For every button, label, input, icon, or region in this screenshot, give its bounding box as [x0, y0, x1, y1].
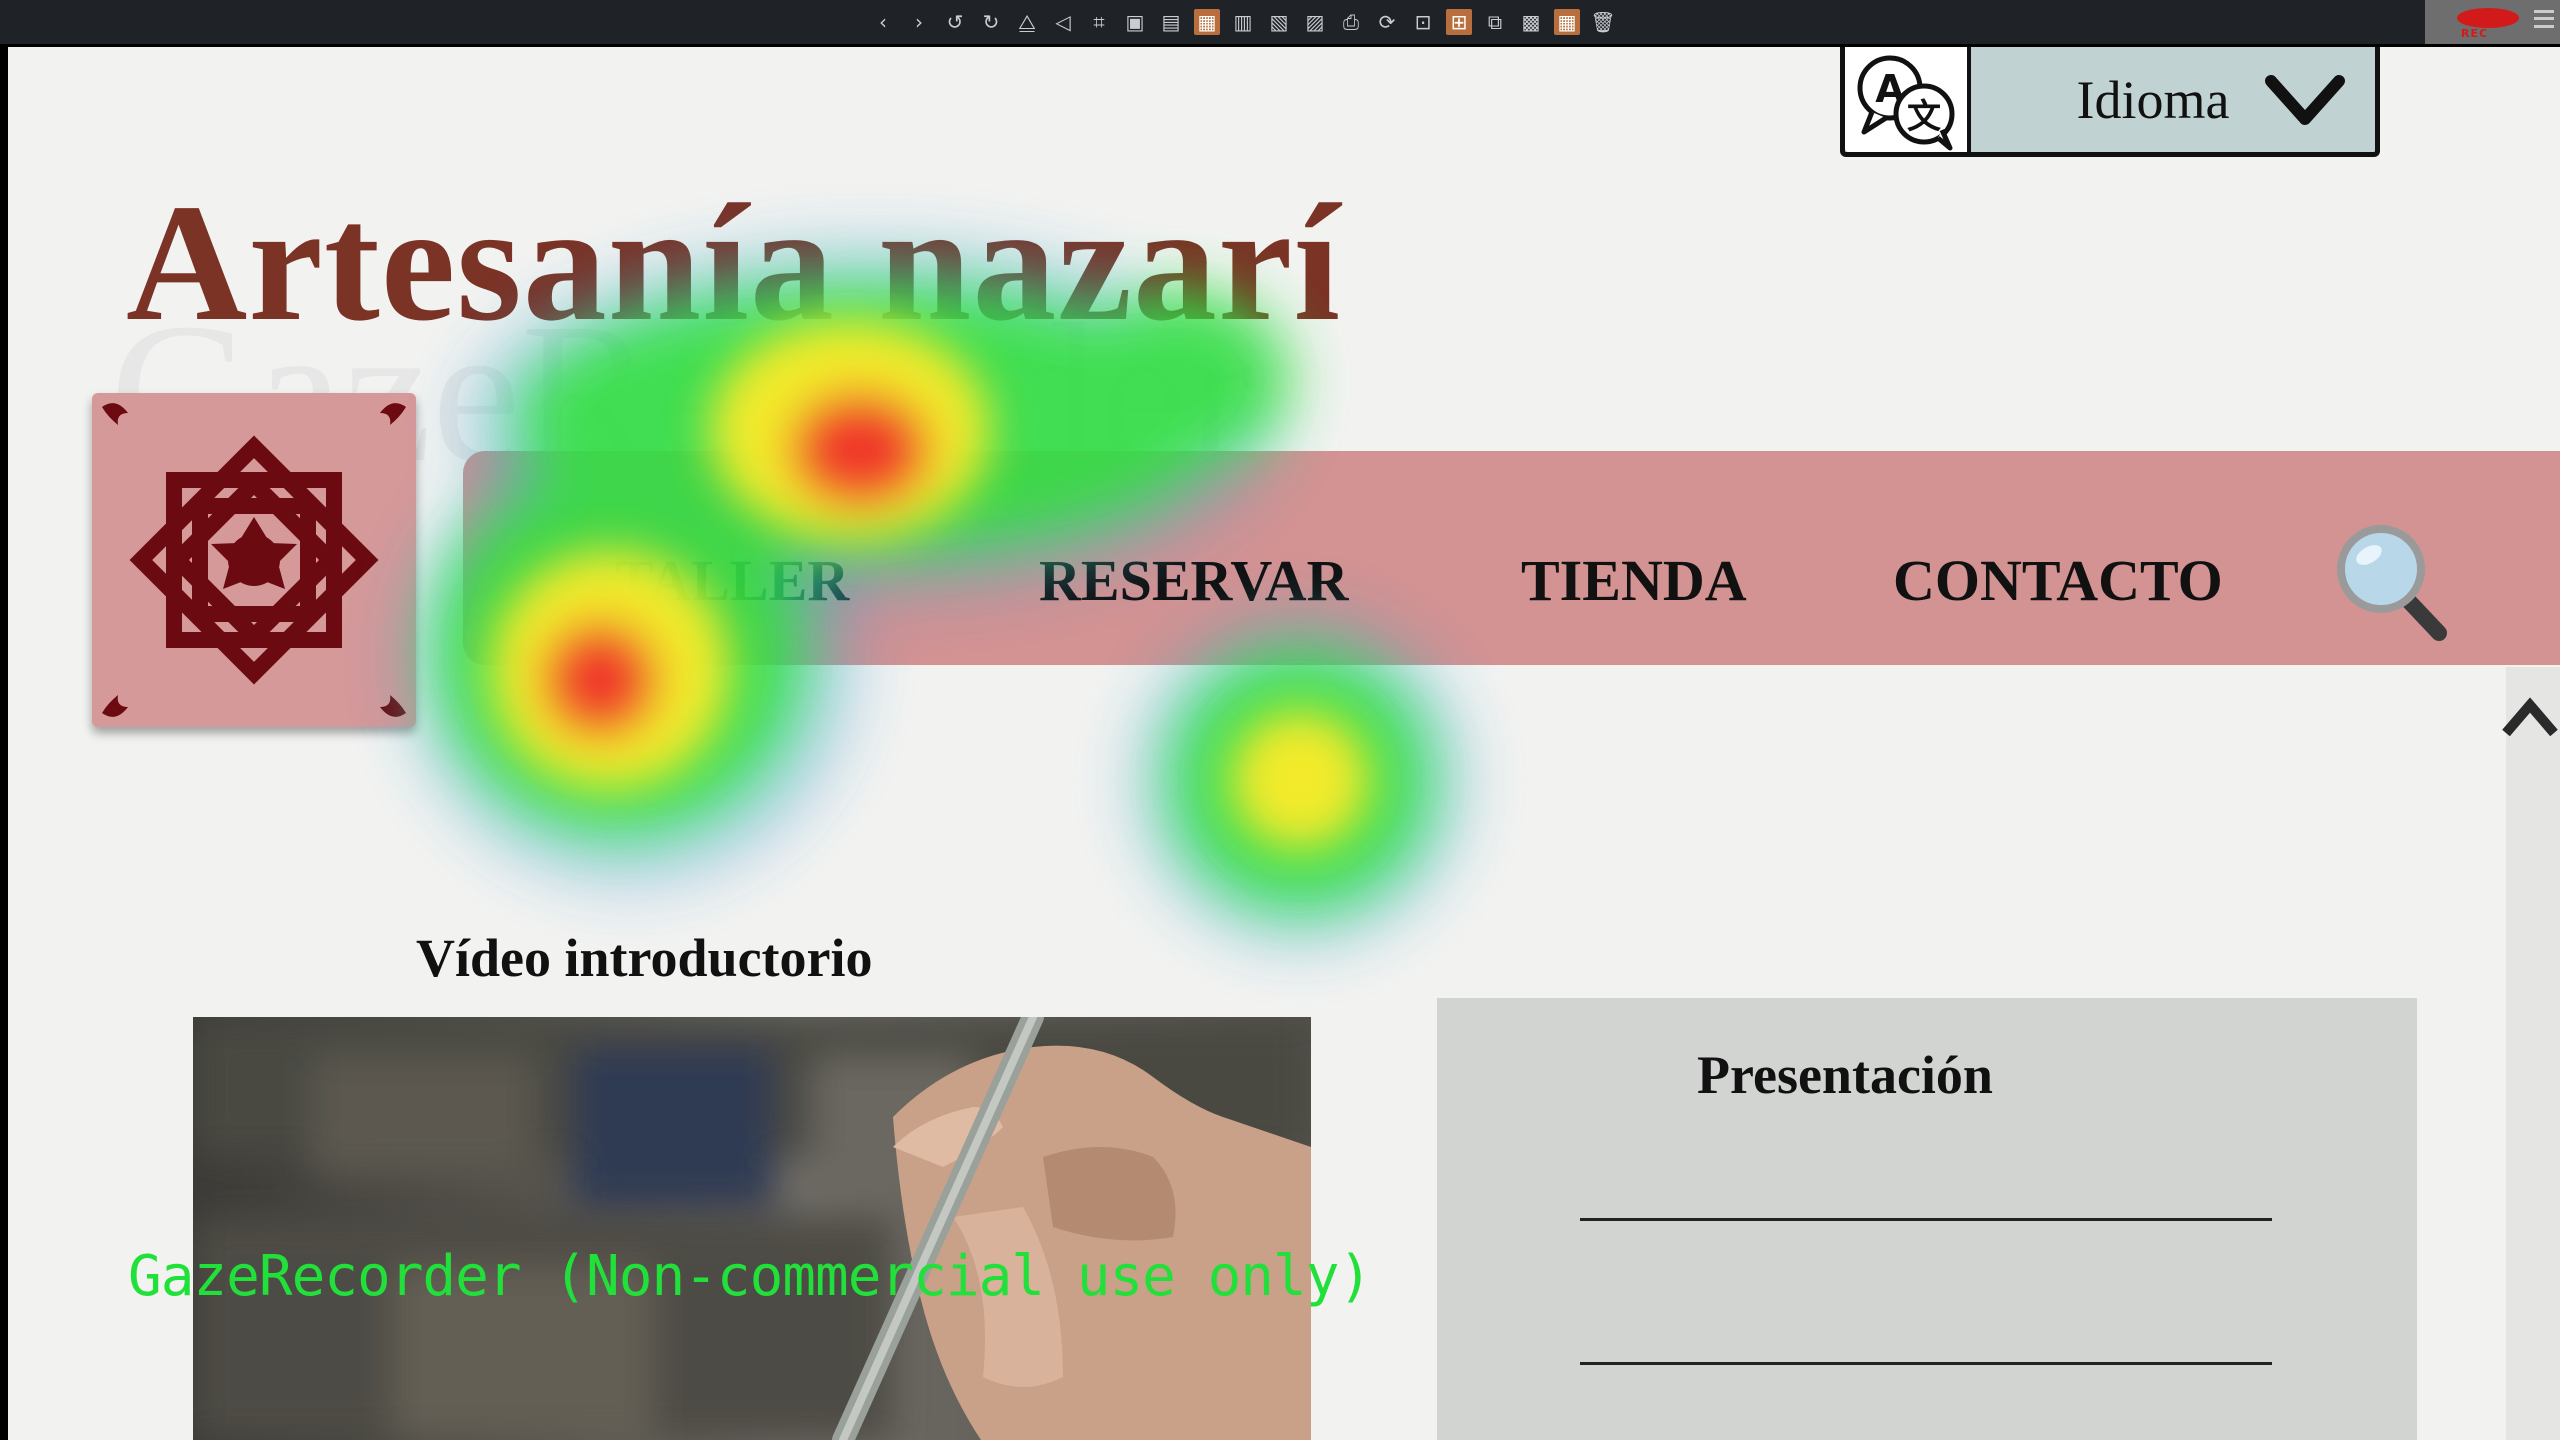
redo-icon[interactable]: ↻: [978, 9, 1004, 35]
record-dot-icon: [2457, 8, 2519, 28]
translate-icon: A 文: [1845, 47, 1971, 152]
nav-item-taller[interactable]: TALLER: [615, 547, 849, 614]
print-icon[interactable]: ⎙: [1338, 9, 1364, 35]
presentation-card: Presentación: [1437, 998, 2417, 1440]
layout-icon[interactable]: ▧: [1266, 9, 1292, 35]
nazari-tile-icon: [102, 403, 406, 717]
active-resize-icon[interactable]: ⊞: [1446, 9, 1472, 35]
active-grid-icon[interactable]: ▦: [1554, 9, 1580, 35]
undo-icon[interactable]: ↺: [942, 9, 968, 35]
toolbar-icons: ‹ › ↺ ↻ ⧋ ◁ ⌗ ▣ ▤ ▦ ▥ ▧ ▨ ⎙ ⟳ ⊡ ⊞ ⧉ ▩ ▦ …: [870, 7, 1616, 37]
scrollbar[interactable]: [2506, 667, 2560, 1440]
active-image-icon[interactable]: ▦: [1194, 9, 1220, 35]
forward-icon[interactable]: ›: [906, 9, 932, 35]
logo[interactable]: [92, 393, 416, 727]
recorder-watermark: GazeRecorder (Non-commercial use only): [128, 1244, 1372, 1309]
video-section-title: Vídeo introductorio: [416, 928, 873, 988]
site-title[interactable]: Artesanía nazarí: [126, 167, 1341, 360]
nav-item-reservar[interactable]: RESERVAR: [1039, 547, 1349, 614]
menu-icon[interactable]: [2534, 10, 2554, 28]
grid-image-icon[interactable]: ▥: [1230, 9, 1256, 35]
refresh-icon[interactable]: ⟳: [1374, 9, 1400, 35]
record-label: REC: [2461, 27, 2489, 40]
gallery-icon[interactable]: ⧉: [1482, 9, 1508, 35]
nav-item-contacto[interactable]: CONTACTO: [1893, 547, 2223, 614]
viewer-toolbar: ‹ › ↺ ↻ ⧋ ◁ ⌗ ▣ ▤ ▦ ▥ ▧ ▨ ⎙ ⟳ ⊡ ⊞ ⧉ ▩ ▦ …: [0, 0, 2560, 47]
crop-icon[interactable]: ⌗: [1086, 9, 1112, 35]
trash-icon[interactable]: 🗑: [1590, 9, 1616, 35]
record-button[interactable]: REC: [2425, 0, 2560, 44]
rotate-icon[interactable]: ◁: [1050, 9, 1076, 35]
divider: [1580, 1362, 2272, 1365]
search-icon[interactable]: [2331, 517, 2451, 647]
picture-icon[interactable]: ▩: [1518, 9, 1544, 35]
chevron-down-icon[interactable]: [2265, 73, 2345, 129]
frame-icon[interactable]: ▣: [1122, 9, 1148, 35]
presentation-title: Presentación: [1697, 1045, 1993, 1105]
layout-alt-icon[interactable]: ▨: [1302, 9, 1328, 35]
webpage: A 文 Idioma GazeRecorder Artesanía nazarí: [8, 47, 2560, 1440]
back-icon[interactable]: ‹: [870, 9, 896, 35]
image-icon[interactable]: ▤: [1158, 9, 1184, 35]
language-selector[interactable]: A 文 Idioma: [1840, 47, 2380, 157]
video-thumbnail: [193, 1017, 1311, 1440]
intro-video[interactable]: [193, 1017, 1311, 1440]
main-navigation: TALLER RESERVAR TIENDA CONTACTO: [463, 451, 2560, 665]
divider: [1580, 1218, 2272, 1221]
nav-item-tienda[interactable]: TIENDA: [1521, 547, 1747, 614]
scroll-up-icon[interactable]: [2502, 685, 2558, 745]
svg-text:文: 文: [1907, 97, 1941, 137]
resize-icon[interactable]: ⊡: [1410, 9, 1436, 35]
flip-icon[interactable]: ⧋: [1014, 9, 1040, 35]
